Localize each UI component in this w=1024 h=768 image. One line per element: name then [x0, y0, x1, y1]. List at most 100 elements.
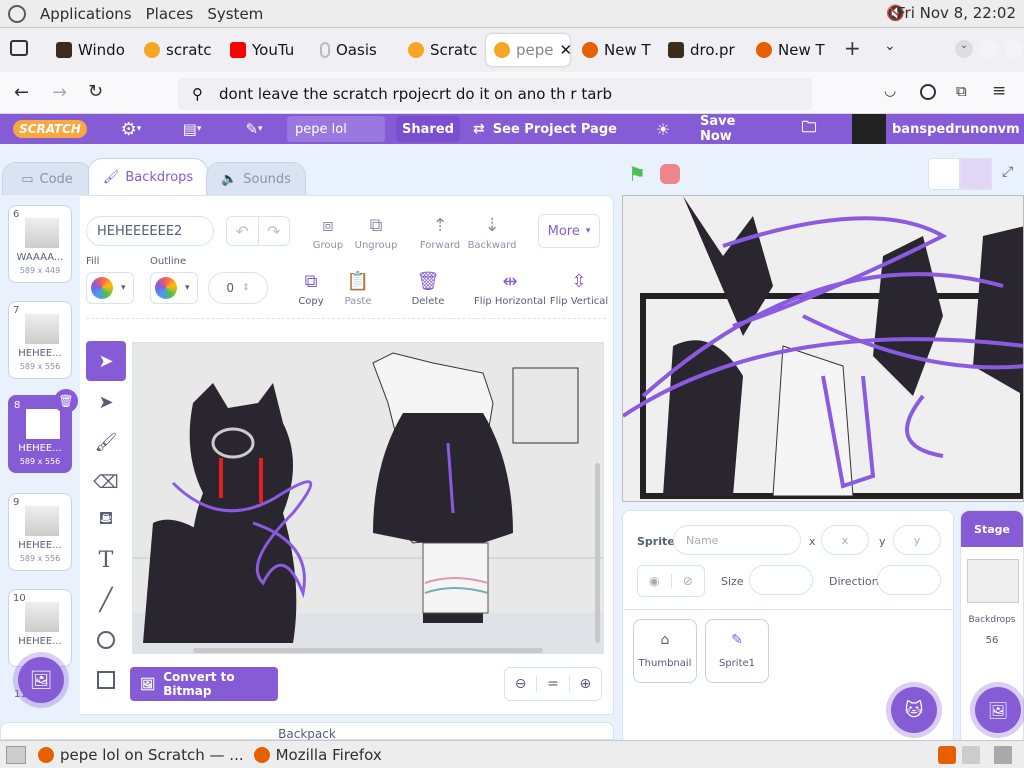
green-flag-icon[interactable]: ⚑ [628, 162, 646, 186]
maximize-icon[interactable] [980, 40, 998, 58]
menu-places[interactable]: Places [146, 5, 194, 23]
tab-backdrops[interactable]: 🖌 Backdrops [88, 158, 208, 196]
backdrop-item[interactable]: 7 HEHEE... 589 x 556 [8, 301, 72, 379]
flip-horizontal-button[interactable]: ⇹ Flip Horizontal [474, 266, 546, 308]
backdrop-item[interactable]: 9 HEHEE... 589 x 556 [8, 493, 72, 571]
my-stuff-folder-icon[interactable]: 🗀 [796, 114, 822, 144]
direction-input[interactable] [877, 565, 941, 595]
menu-system[interactable]: System [207, 5, 263, 23]
zoom-in-icon[interactable]: ⊕ [570, 676, 601, 692]
choose-backdrop-stage-button[interactable]: 🖼 [975, 687, 1021, 733]
reload-icon[interactable]: ↻ [88, 81, 103, 102]
tab-code[interactable]: ▭ Code [2, 162, 92, 196]
clock[interactable]: Fri Nov 8, 22:02 [897, 4, 1016, 22]
eraser-tool[interactable]: ⌫ [86, 462, 126, 502]
tab-scratch-1[interactable]: scratc [136, 34, 216, 66]
backward-button[interactable]: ⇣ Backward [462, 210, 522, 252]
close-tab-icon[interactable]: ✕ [560, 41, 571, 59]
paste-button[interactable]: 📋 Paste [328, 266, 388, 308]
url-text[interactable]: dont leave the scratch rpojecrt do it on… [219, 85, 612, 103]
extensions-icon[interactable]: ⧉ [956, 82, 967, 100]
close-window-icon[interactable] [1005, 40, 1023, 58]
account-menu[interactable]: banspedrunonvm [852, 114, 1022, 144]
x-input[interactable]: x [821, 525, 869, 555]
fill-tool[interactable]: ⛾ [86, 500, 126, 540]
stage-canvas[interactable] [622, 195, 1024, 502]
backpack-bar[interactable]: Backpack [0, 722, 614, 741]
small-stage-icon[interactable] [928, 158, 960, 190]
pocket-icon[interactable]: ◡ [884, 83, 896, 99]
sprite-name-input[interactable]: Name [673, 525, 801, 555]
convert-to-bitmap-button[interactable]: 🖼 Convert to Bitmap [130, 667, 278, 701]
edit-menu[interactable]: ✎ ▾ [234, 114, 274, 144]
zoom-out-icon[interactable]: ⊖ [505, 676, 536, 692]
taskbar-item-scratch[interactable]: pepe lol on Scratch — ... [38, 746, 244, 764]
circle-tool[interactable] [86, 620, 126, 660]
paint-canvas[interactable] [132, 342, 604, 654]
zoom-reset-button[interactable]: = [536, 676, 570, 692]
chevron-down-icon[interactable]: ⌄ [884, 38, 896, 54]
y-input[interactable]: y [893, 525, 941, 555]
vertical-scrollbar[interactable] [595, 463, 600, 643]
url-bar[interactable]: ⚲ dont leave the scratch rpojecrt do it … [178, 78, 812, 110]
redo-icon[interactable]: ↷ [257, 217, 290, 245]
ungroup-button[interactable]: ⧉ Ungroup [346, 210, 406, 252]
rectangle-tool[interactable] [86, 660, 126, 700]
show-icon[interactable]: ◉ [638, 574, 671, 588]
backdrop-item[interactable]: 6 WAAAA... 589 x 449 [8, 205, 72, 283]
stop-icon[interactable] [660, 164, 680, 184]
tab-youtube[interactable]: YouTu [222, 34, 302, 66]
workspace-switcher-icon[interactable] [938, 746, 956, 764]
reshape-tool[interactable]: ➤ [86, 382, 126, 422]
outline-width-input[interactable]: 0 ⇕ [208, 272, 268, 304]
shared-button[interactable]: Shared [396, 116, 460, 142]
file-menu[interactable]: ▤ ▾ [172, 114, 212, 144]
taskbar-item-firefox[interactable]: Mozilla Firefox [253, 746, 382, 764]
outline-color-picker[interactable]: ▾ [150, 272, 198, 304]
line-tool[interactable]: ╱ [86, 580, 126, 620]
choose-sprite-button[interactable]: 🐱 [891, 687, 937, 733]
sprite-tile-thumbnail[interactable]: ⌂ Thumbnail [633, 619, 697, 683]
minimize-icon[interactable]: ⌄ [955, 40, 973, 58]
forward-button[interactable]: ⇡ Forward [410, 210, 470, 252]
trash-icon[interactable] [994, 746, 1012, 764]
size-input[interactable] [749, 565, 813, 595]
undo-icon[interactable]: ↶ [227, 217, 258, 245]
menu-applications[interactable]: Applications [40, 5, 132, 23]
more-button[interactable]: More ▾ [538, 214, 600, 248]
large-stage-icon[interactable] [960, 158, 992, 190]
select-tool[interactable]: ➤ [86, 341, 126, 381]
account-icon[interactable] [920, 84, 936, 100]
stage-target-pane[interactable]: Stage Backdrops 56 🖼 [960, 510, 1024, 745]
delete-backdrop-icon[interactable]: 🗑 [54, 389, 78, 413]
see-project-page-button[interactable]: ⇄ See Project Page [472, 114, 618, 144]
sprite-tile-sprite1[interactable]: ✎ Sprite1 [705, 619, 769, 683]
forward-icon[interactable]: → [52, 82, 67, 103]
new-tab-icon[interactable]: + [844, 36, 861, 60]
tab-overview-icon[interactable] [10, 40, 28, 56]
costume-name-input[interactable]: HEHEEEEEE2 [86, 216, 214, 246]
fill-color-picker[interactable]: ▾ [86, 272, 134, 304]
backdrop-item[interactable]: 10 HEHEE... [8, 589, 72, 667]
tab-pepe-active[interactable]: pepe ✕ [486, 34, 570, 66]
fullscreen-icon[interactable]: ⤢ [1002, 164, 1013, 180]
gnome-logo-icon[interactable] [8, 4, 26, 23]
tab-oasis[interactable]: Oasis [312, 34, 392, 66]
stepper-icon[interactable]: ⇕ [242, 283, 250, 293]
horizontal-scrollbar[interactable] [193, 648, 543, 653]
settings-menu[interactable]: ⚙ ▾ [112, 114, 150, 144]
hide-icon[interactable]: ⊘ [670, 574, 705, 588]
flip-vertical-button[interactable]: ⇳ Flip Vertical [548, 266, 610, 308]
project-title-input[interactable]: pepe lol [287, 116, 385, 142]
menu-icon[interactable]: ≡ [992, 81, 1006, 101]
tab-new-1[interactable]: New T [574, 34, 658, 66]
tab-sounds[interactable]: 🔈 Sounds [206, 162, 306, 196]
tab-new-2[interactable]: New T [748, 34, 828, 66]
text-tool[interactable]: T [86, 540, 126, 580]
tab-scratch-2[interactable]: Scratc [400, 34, 480, 66]
choose-backdrop-button[interactable]: 🖼 [18, 657, 64, 703]
tips-icon[interactable]: ☀ [650, 114, 676, 144]
save-now-button[interactable]: Save Now [700, 114, 770, 144]
back-icon[interactable]: ← [14, 82, 29, 103]
delete-button[interactable]: 🗑 Delete [398, 266, 458, 308]
